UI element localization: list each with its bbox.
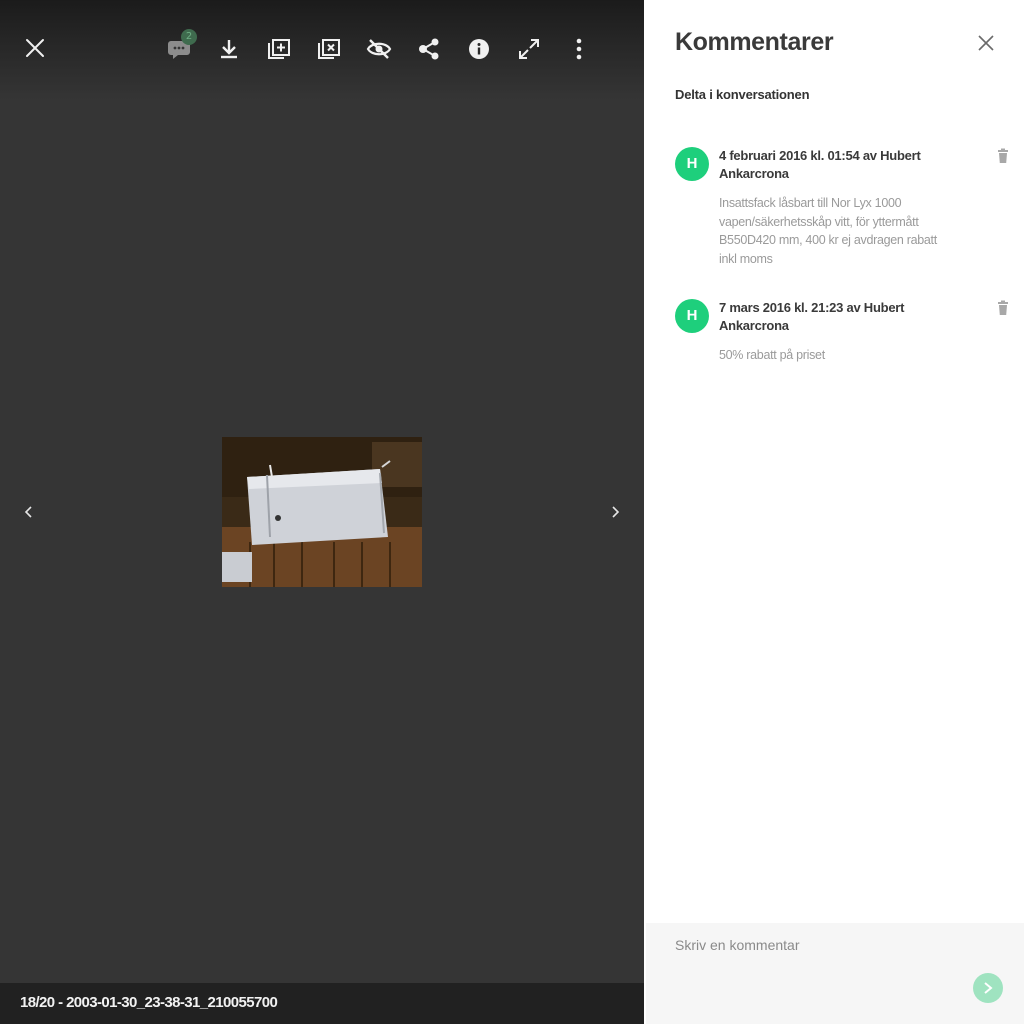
- comments-panel: Kommentarer Delta i konversationen H 4 f…: [644, 0, 1024, 1024]
- close-icon: [978, 35, 994, 51]
- delete-comment-button[interactable]: [995, 300, 1011, 316]
- close-icon: [26, 39, 44, 57]
- comment-header: 4 februari 2016 kl. 01:54 av Hubert Anka…: [719, 148, 921, 181]
- image-caption: 18/20 - 2003-01-30_23-38-31_210055700: [20, 994, 278, 1011]
- more-options-button[interactable]: [561, 31, 597, 67]
- hide-button[interactable]: [361, 31, 397, 67]
- chevron-right-icon: [612, 506, 620, 518]
- panel-title: Kommentarer: [675, 28, 834, 56]
- comments-button[interactable]: 2: [161, 29, 197, 67]
- viewer-toolbar: 2: [0, 0, 644, 100]
- download-icon: [221, 40, 237, 59]
- info-button[interactable]: [461, 31, 497, 67]
- remove-from-collection-button[interactable]: [311, 31, 347, 67]
- share-button[interactable]: [411, 31, 447, 67]
- close-viewer-button[interactable]: [17, 30, 53, 66]
- comment-header: 7 mars 2016 kl. 21:23 av Hubert Ankarcro…: [719, 300, 905, 333]
- close-panel-button[interactable]: [974, 31, 998, 55]
- chevron-right-icon: [984, 982, 993, 994]
- avatar: H: [675, 147, 709, 181]
- add-to-collection-button[interactable]: [261, 31, 297, 67]
- share-icon: [419, 38, 439, 60]
- comment-body: Insattsfack låsbart till Nor Lyx 1000 va…: [719, 196, 937, 267]
- comment-count-badge: 2: [181, 29, 197, 45]
- comment-composer: [646, 923, 1024, 1024]
- delete-comment-button[interactable]: [995, 148, 1011, 164]
- image-viewer: 2 18/20 - 2003-01-30_23-38-31_210055700: [0, 0, 644, 1024]
- avatar: H: [675, 299, 709, 333]
- remove-from-collection-icon: [318, 39, 340, 59]
- panel-subtitle: Delta i konversationen: [675, 87, 810, 102]
- comment-input[interactable]: [675, 937, 995, 953]
- send-comment-button[interactable]: [973, 973, 1003, 1003]
- fullscreen-button[interactable]: [511, 31, 547, 67]
- download-button[interactable]: [211, 31, 247, 67]
- viewed-photo: [222, 437, 422, 587]
- hide-icon: [366, 39, 392, 59]
- more-icon: [576, 38, 582, 60]
- previous-image-button[interactable]: [15, 498, 43, 526]
- next-image-button[interactable]: [601, 498, 629, 526]
- trash-icon: [998, 148, 1008, 163]
- fullscreen-icon: [519, 39, 539, 59]
- add-to-collection-icon: [268, 39, 290, 59]
- viewer-footer: 18/20 - 2003-01-30_23-38-31_210055700: [0, 983, 644, 1024]
- chevron-left-icon: [24, 506, 32, 518]
- comment-body: 50% rabatt på priset: [719, 348, 825, 362]
- info-icon: [469, 39, 489, 59]
- trash-icon: [998, 300, 1008, 315]
